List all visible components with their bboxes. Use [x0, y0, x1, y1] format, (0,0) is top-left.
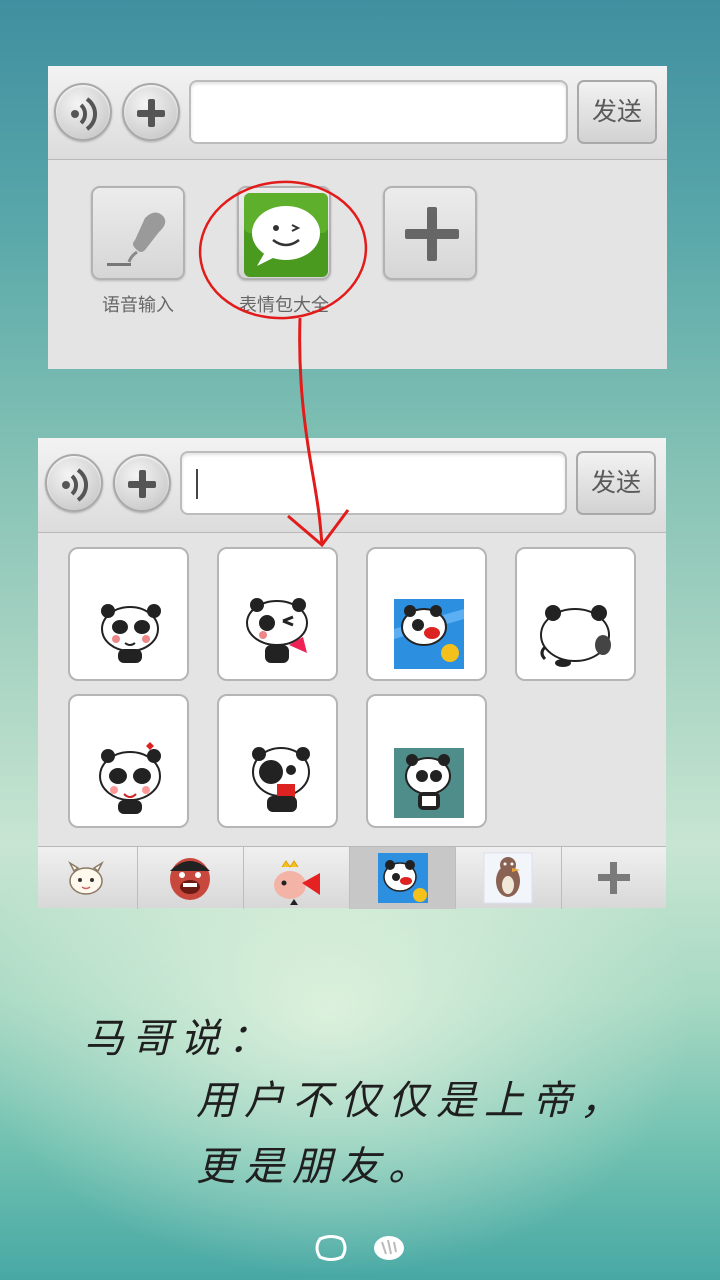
voice-wave-icon — [62, 468, 88, 502]
bottom-chat-panel: 发送 — [38, 438, 666, 909]
add-app-button[interactable] — [383, 186, 477, 280]
chat-bubble-icon[interactable] — [312, 1234, 350, 1264]
top-chat-panel: 发送 语音输入 表情包大全 — [48, 66, 667, 369]
angry-man-emoji-pack-icon — [170, 858, 210, 900]
send-button[interactable]: 发送 — [577, 80, 657, 144]
plus-icon — [405, 207, 459, 261]
cat-emoji-pack-icon — [68, 860, 104, 895]
voice-input-app[interactable] — [91, 186, 185, 280]
message-input[interactable] — [189, 80, 568, 144]
panda-blue-background-sticker — [394, 599, 464, 669]
voice-input-label: 语音输入 — [102, 295, 174, 316]
tab-angry-man-pack[interactable] — [138, 847, 244, 909]
more-plus-button[interactable] — [113, 454, 171, 512]
tab-panda-pack[interactable] — [350, 847, 456, 909]
send-button[interactable]: 发送 — [576, 451, 656, 515]
megaphone-bird-emoji-pack-icon — [274, 860, 320, 905]
tab-add-pack[interactable] — [562, 847, 666, 909]
microphone-icon — [107, 212, 166, 266]
add-pack-plus-icon — [598, 862, 630, 894]
emoji-collection-app[interactable] — [237, 186, 331, 280]
sticker-item[interactable] — [515, 547, 636, 681]
panda-teal-background-sticker — [394, 748, 464, 818]
sticker-item[interactable] — [366, 547, 487, 681]
panda-eyepatch-sticker — [252, 747, 310, 812]
caption-title: 马哥说： — [84, 1016, 276, 1062]
tab-cat-pack[interactable] — [38, 847, 138, 909]
panda-heart-sticker — [99, 742, 161, 814]
panda-back-view-sticker — [540, 605, 611, 667]
sticker-item[interactable] — [68, 694, 189, 828]
bottom-input-toolbar: 发送 — [38, 438, 666, 533]
sticker-item[interactable] — [217, 547, 338, 681]
more-plus-button[interactable] — [122, 83, 180, 141]
top-input-toolbar: 发送 — [48, 66, 667, 160]
caption-line-1: 用户不仅仅是上帝， — [196, 1078, 628, 1124]
text-caret — [196, 469, 198, 499]
plus-icon — [128, 470, 156, 498]
plus-icon — [137, 99, 165, 127]
sticker-item[interactable] — [68, 547, 189, 681]
emoji-pack-tabbar — [38, 846, 666, 909]
tab-megaphone-pack[interactable] — [244, 847, 350, 909]
panda-emoji-pack-icon — [378, 853, 428, 903]
penguin-emoji-pack-icon — [483, 852, 533, 904]
message-input[interactable] — [180, 451, 567, 515]
emoji-collection-label: 表情包大全 — [239, 295, 329, 316]
sticker-item[interactable] — [366, 694, 487, 828]
sticker-item[interactable] — [217, 694, 338, 828]
doodle-icon[interactable] — [370, 1232, 408, 1264]
voice-toggle-button[interactable] — [54, 83, 112, 141]
tab-penguin-pack[interactable] — [456, 847, 562, 909]
voice-wave-icon — [71, 97, 97, 131]
speech-bubble-smiley-icon — [244, 193, 328, 277]
panda-winking-sticker — [246, 598, 308, 663]
panda-blushing-sticker — [101, 604, 161, 663]
caption-line-2: 更是朋友。 — [196, 1144, 436, 1190]
voice-toggle-button[interactable] — [45, 454, 103, 512]
